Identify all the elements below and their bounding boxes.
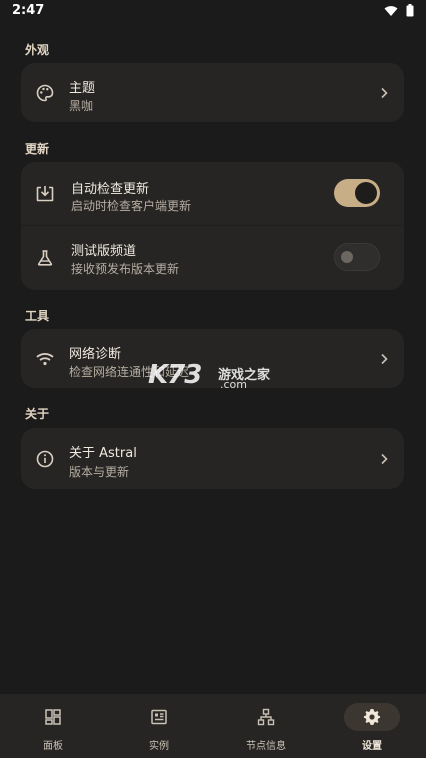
about-card: 关于 Astral 版本与更新 [21, 428, 404, 489]
flask-icon [37, 250, 53, 266]
nav-label-node-info: 节点信息 [246, 741, 286, 752]
nav-item-dashboard[interactable]: 面板 [0, 694, 106, 758]
auto-check-subtitle: 启动时检查客户端更新 [71, 199, 192, 213]
node-tree-icon [257, 708, 275, 726]
settings-screen: 2:47 外观 主题 黑咖 更新 自动检查更新 启动时检查客户端更新 测试版频道… [0, 0, 426, 758]
status-time: 2:47 [12, 3, 45, 18]
nav-item-instances[interactable]: 实例 [106, 694, 212, 758]
appearance-card: 主题 黑咖 [21, 63, 404, 122]
instance-icon [151, 709, 167, 725]
nav-label-dashboard: 面板 [43, 741, 63, 752]
update-card: 自动检查更新 启动时检查客户端更新 测试版频道 接收预发布版本更新 [21, 162, 404, 290]
watermark: K73 游戏之家 .com [148, 358, 278, 394]
theme-title: 主题 [69, 81, 96, 96]
nav-item-settings[interactable]: 设置 [319, 694, 425, 758]
chevron-right-icon [381, 87, 388, 99]
watermark-logo: K73 [148, 360, 202, 390]
toggle-knob [341, 251, 353, 263]
auto-check-title: 自动检查更新 [71, 182, 150, 197]
battery-icon [406, 4, 414, 17]
toggle-knob [355, 182, 377, 204]
beta-channel-subtitle: 接收预发布版本更新 [71, 262, 180, 276]
bottom-nav: 面板 实例 节点信息 设置 [0, 694, 426, 758]
gear-icon [364, 709, 380, 725]
chevron-right-icon [381, 453, 388, 465]
status-icons [384, 4, 414, 17]
network-diagnostics-title: 网络诊断 [69, 347, 122, 362]
wifi-icon [384, 5, 398, 16]
download-box-icon [36, 186, 54, 202]
section-title-update: 更新 [25, 142, 50, 156]
beta-channel-toggle[interactable] [334, 243, 380, 271]
section-title-tools: 工具 [25, 309, 50, 323]
wifi-signal-icon [36, 353, 54, 366]
dashboard-icon [45, 709, 61, 725]
palette-icon [36, 84, 54, 102]
info-icon [36, 450, 54, 468]
auto-check-toggle[interactable] [334, 179, 380, 207]
theme-row[interactable]: 主题 黑咖 [21, 63, 404, 122]
beta-channel-title: 测试版频道 [71, 244, 137, 259]
status-bar: 2:47 [0, 0, 426, 22]
about-astral-subtitle: 版本与更新 [69, 465, 130, 479]
nav-label-settings: 设置 [362, 741, 382, 752]
about-astral-title: 关于 Astral [69, 446, 137, 461]
nav-item-node-info[interactable]: 节点信息 [213, 694, 319, 758]
watermark-domain: .com [220, 378, 247, 391]
about-astral-row[interactable]: 关于 Astral 版本与更新 [21, 428, 404, 489]
nav-label-instances: 实例 [149, 741, 169, 752]
theme-subtitle: 黑咖 [69, 99, 94, 113]
beta-channel-row[interactable]: 测试版频道 接收预发布版本更新 [21, 226, 404, 290]
section-title-about: 关于 [25, 407, 50, 421]
auto-check-row[interactable]: 自动检查更新 启动时检查客户端更新 [21, 162, 404, 225]
chevron-right-icon [381, 353, 388, 365]
section-title-appearance: 外观 [25, 43, 50, 57]
